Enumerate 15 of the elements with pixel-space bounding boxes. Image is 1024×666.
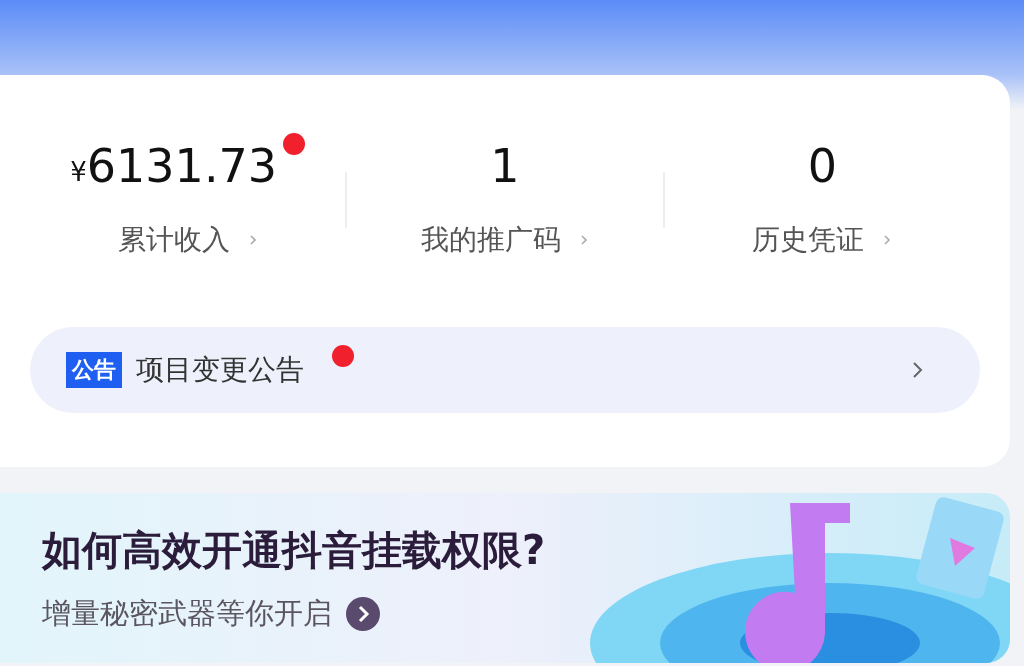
announcement-bar[interactable]: 公告 项目变更公告 [30,327,980,413]
stat-link[interactable]: 我的推广码 [421,221,589,260]
announcement-text: 项目变更公告 [136,352,304,388]
stat-link[interactable]: 历史凭证 [752,221,893,260]
banner-title: 如何高效开通抖音挂载权限? [42,526,546,575]
stat-value: 6131.73 [86,140,278,192]
announcement-badge: 公告 [66,352,122,388]
stat-link[interactable]: 累计收入 [117,221,258,260]
arrow-circle-icon [346,597,380,631]
promo-banner[interactable]: 如何高效开通抖音挂载权限? 增量秘密武器等你开启 [0,493,1010,663]
banner-subtitle: 增量秘密武器等你开启 [42,595,332,632]
stat-value: 0 [807,140,837,192]
notification-dot [283,132,306,155]
stat-value: 1 [490,140,520,192]
currency-symbol: ¥ [70,156,87,187]
